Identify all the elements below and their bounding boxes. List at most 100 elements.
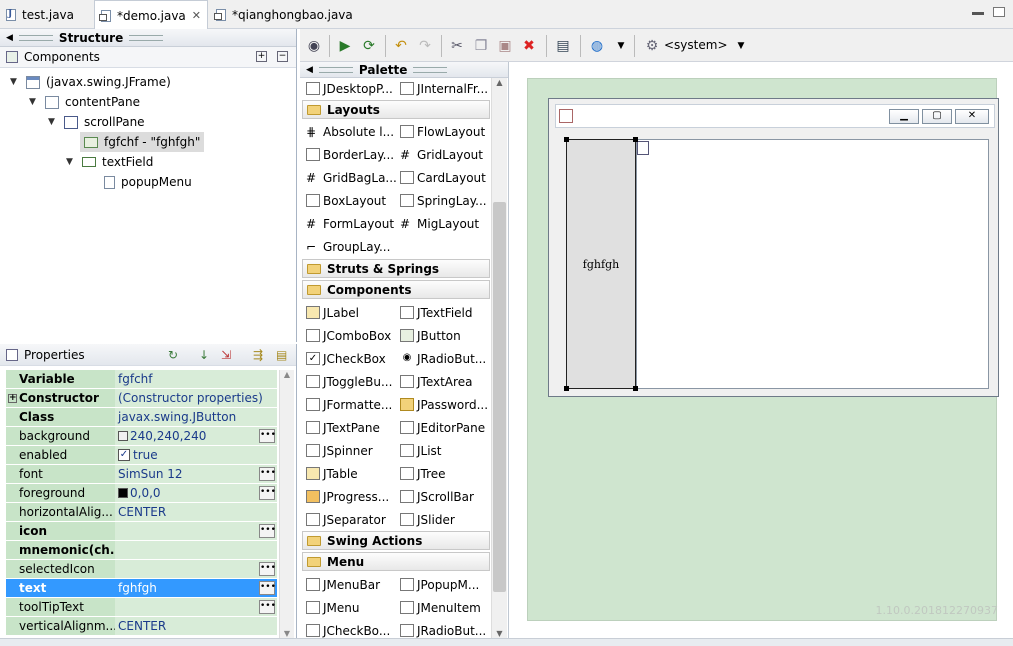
jframe-title-bar[interactable]: ▁ ▢ ✕ [555, 104, 995, 128]
palette-item-jtextfield[interactable]: JTextField [400, 302, 490, 323]
scrollbar-thumb[interactable] [493, 202, 506, 592]
cut-icon[interactable]: ✂ [448, 37, 466, 55]
palette-item-jcheckbox[interactable]: ✓ JCheckBox [306, 348, 398, 369]
selected-jbutton-preview[interactable]: fghfgh [566, 139, 636, 389]
tab-test-java[interactable]: J test.java [0, 0, 93, 29]
tree-node-jframe[interactable]: ▼ (javax.swing.JFrame) [10, 72, 171, 92]
close-icon[interactable]: ✕ [192, 9, 201, 22]
globe-icon[interactable]: ◍ [588, 37, 606, 55]
property-value[interactable]: ••• [115, 560, 277, 578]
property-row-vertical-alignment[interactable]: verticalAlignm... CENTER [6, 617, 277, 636]
tree-node-popupmenu[interactable]: popupMenu [104, 172, 192, 192]
palette-item-springlayout[interactable]: SpringLay... [400, 190, 490, 211]
paste-icon[interactable]: ▣ [496, 37, 514, 55]
palette-item-flowlayout[interactable]: FlowLayout [400, 121, 490, 142]
palette-item-jlabel[interactable]: JLabel [306, 302, 398, 323]
tree-node-contentpane[interactable]: ▼ contentPane [29, 92, 140, 112]
palette-item-jpopupmenu[interactable]: JPopupM... [400, 574, 490, 595]
tab-demo-java[interactable]: *demo.java ✕ [94, 0, 208, 30]
convert-local-icon[interactable]: ⇲ [221, 348, 231, 362]
palette-item-jtextpane[interactable]: JTextPane [306, 417, 398, 438]
chevron-down-icon[interactable]: ▼ [29, 97, 39, 107]
scroll-down-icon[interactable]: ▼ [492, 629, 507, 638]
frame-maximize-button[interactable]: ▢ [922, 109, 952, 124]
palette-item-jtree[interactable]: JTree [400, 463, 490, 484]
expand-all-icon[interactable]: + [256, 51, 267, 62]
popupmenu-marker-icon[interactable] [637, 141, 649, 155]
ellipsis-button[interactable]: ••• [259, 429, 276, 443]
tab-qianghongbao-java[interactable]: *qianghongbao.java [210, 0, 360, 29]
palette-scrollbar[interactable]: ▲ ▼ [491, 78, 507, 638]
property-row-tooltip[interactable]: toolTipText ••• [6, 598, 277, 617]
palette-item-borderlayout[interactable]: BorderLay... [306, 144, 398, 165]
chevron-down-icon[interactable]: ▼ [48, 117, 58, 127]
chevron-down-icon[interactable]: ▼ [612, 37, 630, 55]
resize-handle[interactable] [564, 137, 569, 142]
properties-scrollbar[interactable]: ▲ ▼ [279, 370, 294, 638]
tree-node-scrollpane[interactable]: ▼ scrollPane [48, 112, 145, 132]
property-row-selected-icon[interactable]: selectedIcon ••• [6, 560, 277, 579]
property-row-horizontal-alignment[interactable]: horizontalAlig... CENTER [6, 503, 277, 522]
maximize-icon[interactable] [993, 7, 1005, 17]
undo-icon[interactable]: ↶ [392, 37, 410, 55]
collapse-left-icon[interactable]: ◀ [6, 33, 13, 43]
property-row-foreground[interactable]: foreground 0,0,0 ••• [6, 484, 277, 503]
scroll-up-icon[interactable]: ▲ [280, 370, 294, 379]
palette-item-boxlayout[interactable]: BoxLayout [306, 190, 398, 211]
property-row-variable[interactable]: Variable fgfchf [6, 370, 277, 389]
palette-item-jcombobox[interactable]: JComboBox [306, 325, 398, 346]
ellipsis-button[interactable]: ••• [259, 562, 276, 576]
palette-item-grouplayout[interactable]: ⌐ GroupLay... [306, 236, 398, 257]
property-row-icon[interactable]: icon ••• [6, 522, 277, 541]
minimize-icon[interactable] [972, 12, 984, 15]
palette-category-components[interactable]: Components [302, 280, 490, 299]
test-gui-icon[interactable]: ◉ [305, 37, 323, 55]
ellipsis-button[interactable]: ••• [259, 581, 276, 595]
palette-item-cardlayout[interactable]: CardLayout [400, 167, 490, 188]
palette-item-jlist[interactable]: JList [400, 440, 490, 461]
property-row-font[interactable]: font SimSun 12 ••• [6, 465, 277, 484]
property-row-mnemonic[interactable]: mnemonic(ch... [6, 541, 277, 560]
property-value[interactable]: ••• [115, 522, 277, 540]
ellipsis-button[interactable]: ••• [259, 600, 276, 614]
chevron-down-icon[interactable]: ▼ [732, 37, 750, 55]
scroll-down-icon[interactable]: ▼ [280, 629, 294, 638]
property-row-text[interactable]: text fghfgh ••• [6, 579, 277, 598]
palette-item-miglayout[interactable]: # MigLayout [400, 213, 490, 234]
collapse-all-icon[interactable]: − [277, 51, 288, 62]
palette-item-jprogressbar[interactable]: JProgress... [306, 486, 398, 507]
property-value[interactable] [115, 541, 277, 559]
resize-handle[interactable] [633, 137, 638, 142]
property-value[interactable]: fghfgh ••• [115, 579, 277, 597]
property-value[interactable]: ••• [115, 598, 277, 616]
palette-item-jmenu[interactable]: JMenu [306, 597, 398, 618]
scroll-up-icon[interactable]: ▲ [492, 78, 507, 87]
palette-category-swing-actions[interactable]: Swing Actions [302, 531, 490, 550]
property-value[interactable]: 0,0,0 ••• [115, 484, 277, 502]
collapse-left-icon[interactable]: ◀ [306, 65, 313, 75]
property-value[interactable]: ✓ true [115, 446, 277, 464]
resize-handle[interactable] [633, 386, 638, 391]
ellipsis-button[interactable]: ••• [259, 524, 276, 538]
palette-item-jspinner[interactable]: JSpinner [306, 440, 398, 461]
property-row-constructor[interactable]: + Constructor (Constructor properties) [6, 389, 277, 408]
palette-category-layouts[interactable]: Layouts [302, 100, 490, 119]
properties-view-icon[interactable]: ▤ [554, 37, 572, 55]
property-value[interactable]: CENTER [115, 617, 277, 635]
checkbox-checked-icon[interactable]: ✓ [118, 449, 130, 461]
palette-category-menu[interactable]: Menu [302, 552, 490, 571]
palette-item-jpasswordfield[interactable]: JPassword... [400, 394, 490, 415]
palette-item-jmenuitem[interactable]: JMenuItem [400, 597, 490, 618]
look-and-feel-icon[interactable]: ⚙ [643, 37, 661, 55]
palette-item-jscrollbar[interactable]: JScrollBar [400, 486, 490, 507]
property-value[interactable]: fgfchf [115, 370, 277, 388]
frame-minimize-button[interactable]: ▁ [889, 109, 919, 124]
property-row-enabled[interactable]: enabled ✓ true [6, 446, 277, 465]
frame-close-button[interactable]: ✕ [955, 109, 989, 124]
chevron-down-icon[interactable]: ▼ [66, 157, 76, 167]
palette-item-jdesktoppane[interactable]: JDesktopP... [306, 78, 398, 99]
tree-node-button[interactable]: fgfchf - "fghfgh" [80, 132, 205, 152]
property-value[interactable]: SimSun 12 ••• [115, 465, 277, 483]
palette-item-jformattedtextfield[interactable]: JFormatte... [306, 394, 398, 415]
palette-item-jtextarea[interactable]: JTextArea [400, 371, 490, 392]
